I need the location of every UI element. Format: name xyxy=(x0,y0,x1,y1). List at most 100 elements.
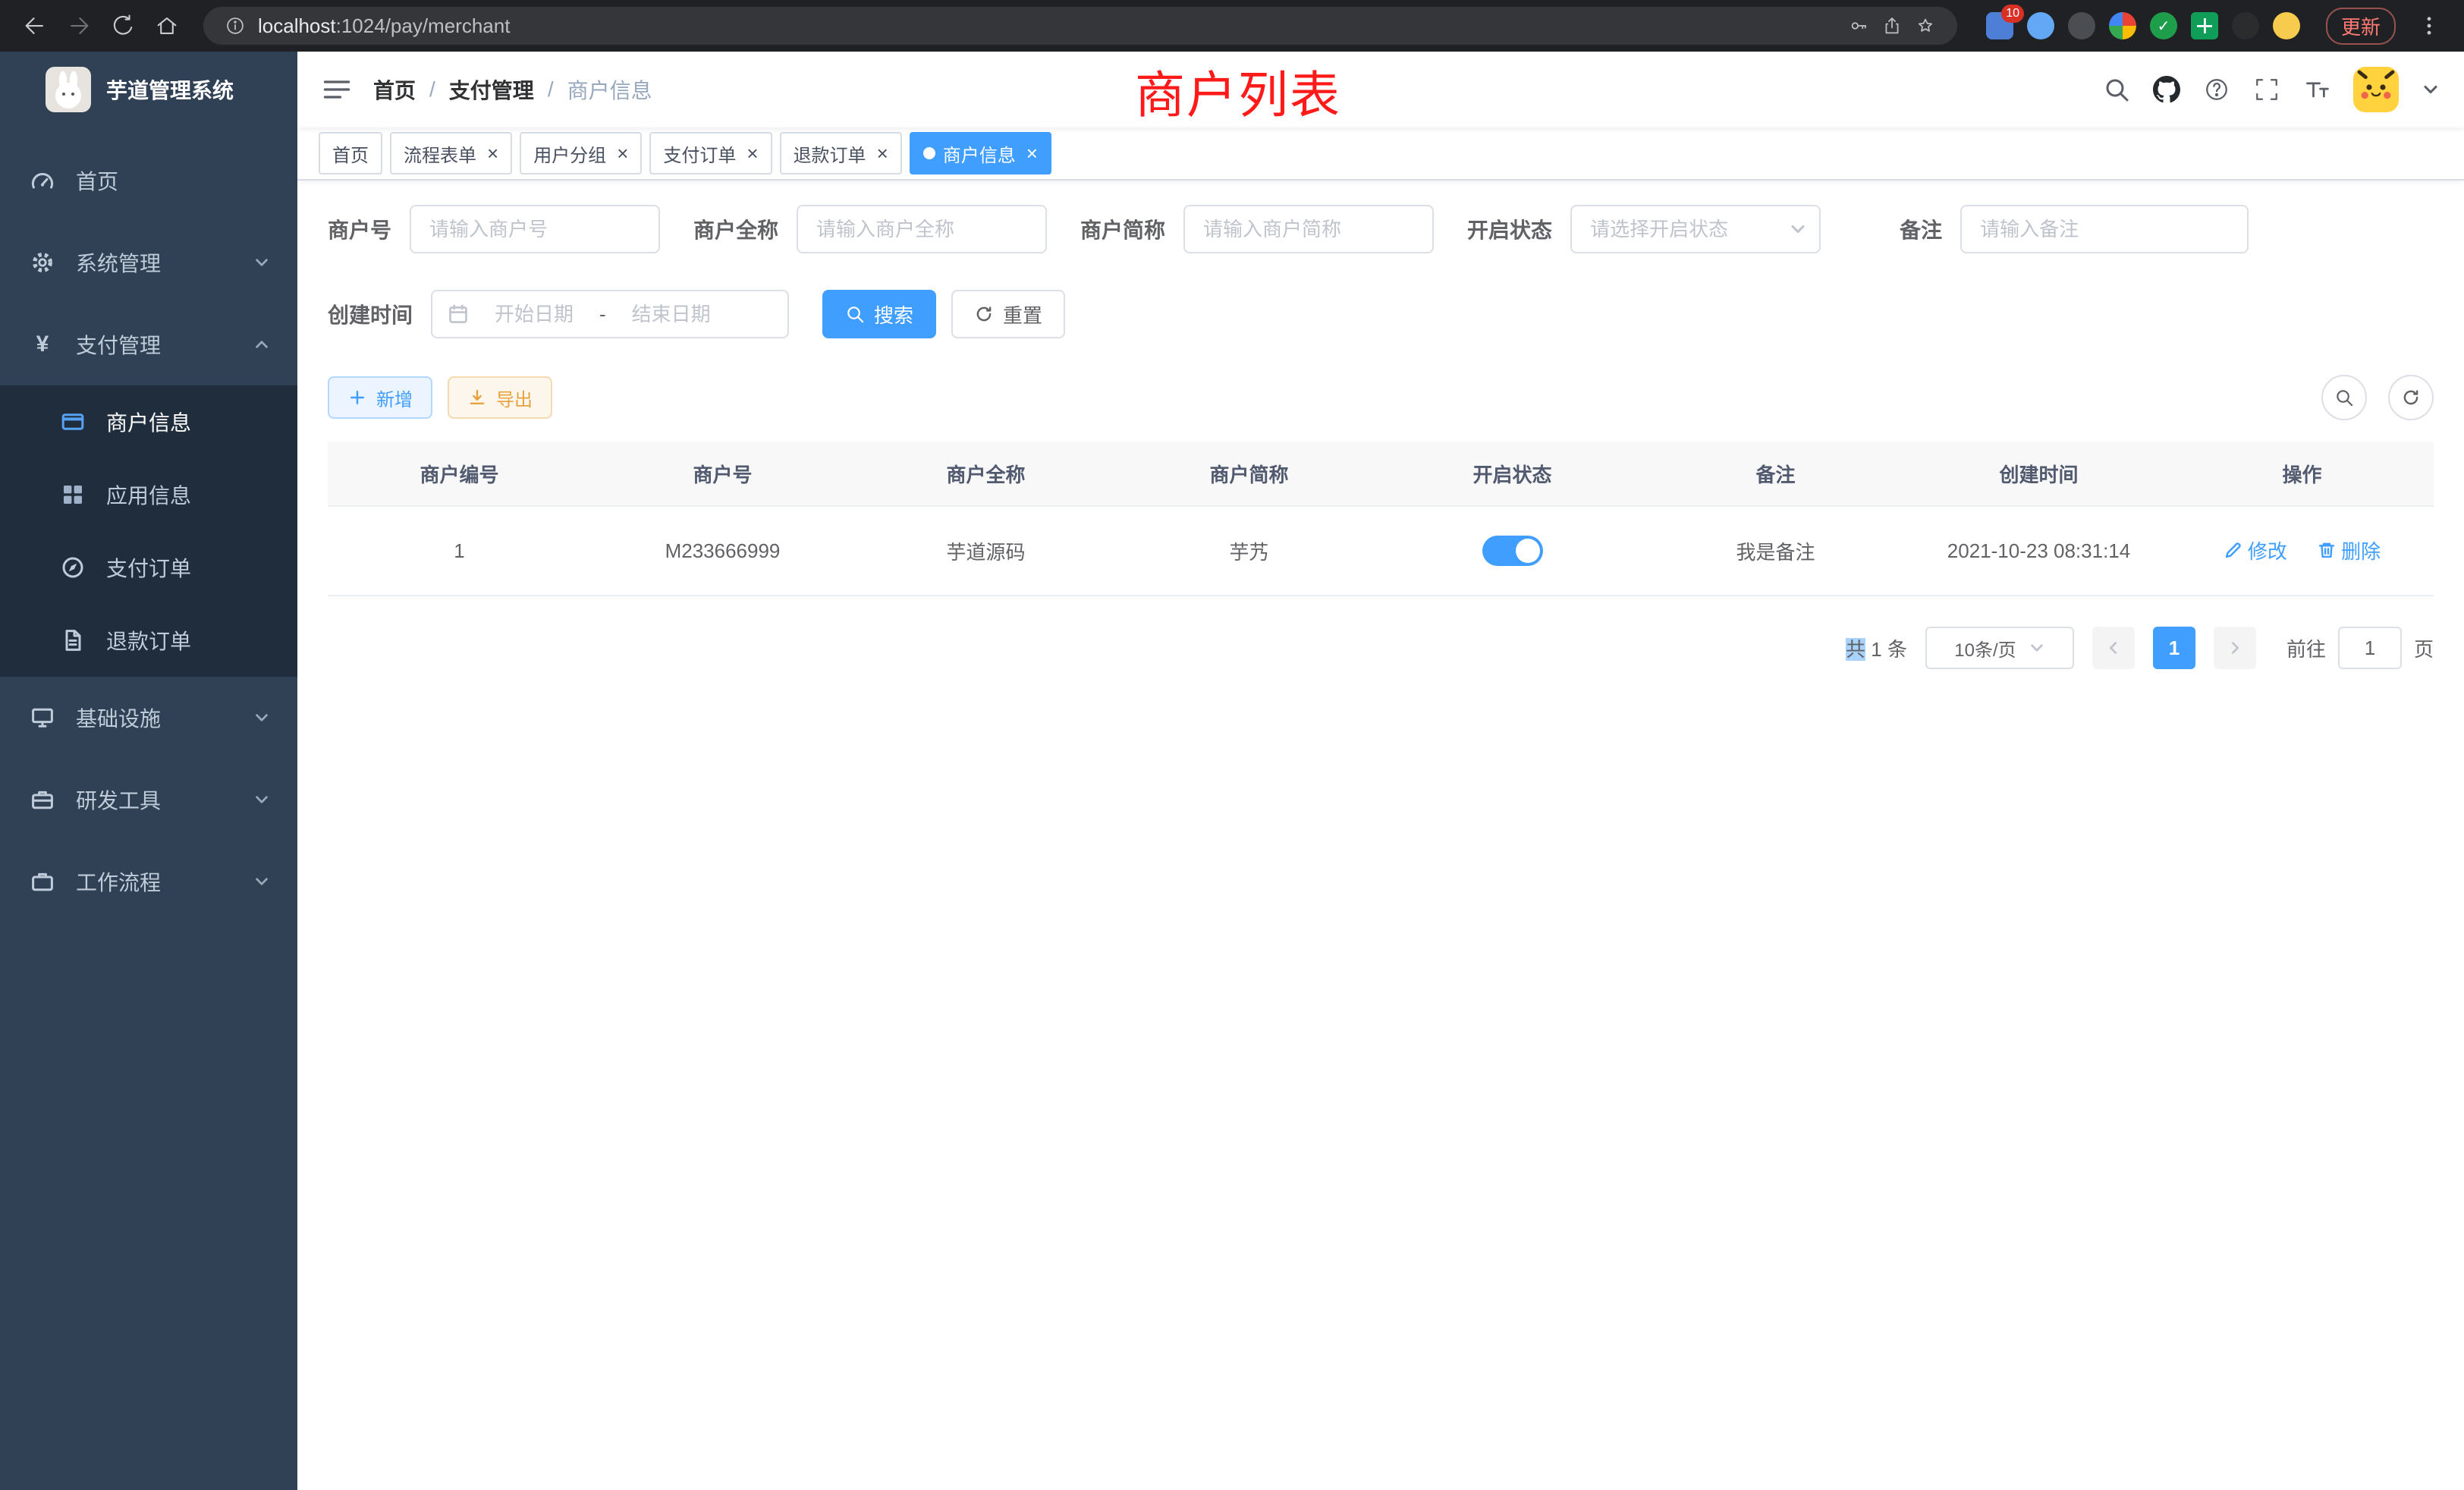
share-icon[interactable] xyxy=(1881,15,1903,36)
help-icon[interactable] xyxy=(2203,76,2230,103)
fullscreen-icon[interactable] xyxy=(2253,76,2280,103)
user-avatar[interactable] xyxy=(2353,67,2399,112)
payment-submenu: 商户信息 应用信息 支付订单 退款订单 xyxy=(0,385,297,677)
menu-label: 退款订单 xyxy=(106,625,191,655)
merchant-table: 商户编号 商户号 商户全称 商户简称 开启状态 备注 创建时间 操作 1 xyxy=(328,442,2434,596)
menu-label: 商户信息 xyxy=(106,407,191,437)
end-date-input[interactable] xyxy=(612,301,731,328)
tab-payment-orders[interactable]: 支付订单 × xyxy=(649,132,772,174)
sidebar-item-home[interactable]: 首页 xyxy=(0,140,297,222)
extension-sheets-icon[interactable] xyxy=(2191,12,2218,39)
filter-create-time: 创建时间 - xyxy=(328,290,789,338)
close-icon[interactable]: × xyxy=(1026,143,1038,163)
home-icon[interactable] xyxy=(147,6,187,46)
extension-icon[interactable] xyxy=(2232,12,2259,39)
extension-icon[interactable] xyxy=(2109,12,2136,39)
delete-link[interactable]: 删除 xyxy=(2317,536,2381,564)
field-label: 创建时间 xyxy=(328,299,413,329)
status-toggle[interactable] xyxy=(1482,536,1543,566)
sidebar-item-payment-orders[interactable]: 支付订单 xyxy=(0,531,297,604)
app-shell: 芋道管理系统 首页 系统管理 ¥ 支付管理 xyxy=(0,52,2464,1490)
close-icon[interactable]: × xyxy=(877,143,888,163)
font-size-icon[interactable] xyxy=(2303,76,2330,103)
sidebar: 芋道管理系统 首页 系统管理 ¥ 支付管理 xyxy=(0,52,297,1490)
close-icon[interactable]: × xyxy=(487,143,498,163)
extension-puzzle-icon[interactable]: 10 xyxy=(1986,12,2013,39)
refresh-icon[interactable] xyxy=(2388,375,2434,420)
short-name-input[interactable] xyxy=(1183,205,1434,253)
sidebar-item-system[interactable]: 系统管理 xyxy=(0,222,297,303)
url-bar[interactable]: localhost:1024/pay/merchant xyxy=(203,7,1957,45)
tab-merchant-info[interactable]: 商户信息× xyxy=(910,132,1051,174)
extension-icon[interactable] xyxy=(2027,12,2054,39)
sidebar-item-infrastructure[interactable]: 基础设施 xyxy=(0,677,297,759)
start-date-input[interactable] xyxy=(475,301,593,328)
tab-refund-orders[interactable]: 退款订单 × xyxy=(780,132,902,174)
password-key-icon[interactable] xyxy=(1848,15,1869,36)
breadcrumb-item-home[interactable]: 首页 xyxy=(373,74,416,105)
button-label: 新增 xyxy=(376,385,413,411)
cell-status xyxy=(1381,506,1644,596)
tab-flow-form[interactable]: 流程表单× xyxy=(390,132,512,174)
browser-menu-kebab-icon[interactable] xyxy=(2409,6,2449,46)
filter-short-name: 商户简称 xyxy=(1080,205,1434,253)
edit-link[interactable]: 修改 xyxy=(2224,536,2287,564)
back-icon[interactable] xyxy=(15,6,55,46)
sidebar-menu: 首页 系统管理 ¥ 支付管理 商户信息 xyxy=(0,127,297,923)
hamburger-icon[interactable] xyxy=(322,74,352,105)
close-icon[interactable]: × xyxy=(746,143,758,163)
sidebar-item-payment[interactable]: ¥ 支付管理 xyxy=(0,303,297,385)
menu-label: 研发工具 xyxy=(76,784,161,815)
filter-status: 开启状态 xyxy=(1467,205,1821,253)
caret-down-icon[interactable] xyxy=(2422,80,2440,99)
status-select[interactable] xyxy=(1570,205,1821,253)
full-name-input[interactable] xyxy=(797,205,1047,253)
link-label: 修改 xyxy=(2248,536,2287,564)
close-icon[interactable]: × xyxy=(617,143,628,163)
goto-suffix: 页 xyxy=(2414,634,2434,662)
app-logo[interactable]: 芋道管理系统 xyxy=(0,52,297,127)
sidebar-item-refund-orders[interactable]: 退款订单 xyxy=(0,604,297,677)
extension-icon[interactable] xyxy=(2068,12,2095,39)
browser-update-button[interactable]: 更新 xyxy=(2326,8,2396,45)
site-info-icon[interactable] xyxy=(225,15,246,36)
forward-icon[interactable] xyxy=(59,6,99,46)
browser-toolbar: localhost:1024/pay/merchant 10 ✓ 更新 xyxy=(0,0,2464,52)
reload-icon[interactable] xyxy=(103,6,143,46)
column-header: 商户号 xyxy=(591,442,854,506)
next-page-button[interactable] xyxy=(2214,627,2256,669)
goto-page-input[interactable] xyxy=(2338,627,2402,669)
export-button[interactable]: 导出 xyxy=(448,376,552,419)
page-content: 商户号 商户全称 商户简称 开启状态 xyxy=(297,181,2464,1490)
search-button[interactable]: 搜索 xyxy=(822,290,936,338)
filter-row-1: 商户号 商户全称 商户简称 开启状态 xyxy=(328,205,2434,253)
sidebar-item-merchant-info[interactable]: 商户信息 xyxy=(0,385,297,458)
extension-icon[interactable] xyxy=(2273,12,2300,39)
toggle-search-icon[interactable] xyxy=(2321,375,2367,420)
add-button[interactable]: 新增 xyxy=(328,376,432,419)
merchant-no-input[interactable] xyxy=(410,205,660,253)
bookmark-star-icon[interactable] xyxy=(1915,15,1936,36)
reset-button[interactable]: 重置 xyxy=(951,290,1065,338)
tab-label: 退款订单 xyxy=(794,140,866,167)
sidebar-item-app-info[interactable]: 应用信息 xyxy=(0,458,297,531)
filter-row-2: 创建时间 - 搜索 重置 xyxy=(328,290,2434,338)
date-range-picker[interactable]: - xyxy=(431,290,789,338)
page-size-select[interactable]: 10条/页 xyxy=(1925,627,2074,669)
prev-page-button[interactable] xyxy=(2092,627,2135,669)
sidebar-item-dev-tools[interactable]: 研发工具 xyxy=(0,759,297,841)
column-header: 备注 xyxy=(1644,442,1907,506)
search-icon[interactable] xyxy=(2103,76,2130,103)
field-label: 商户全称 xyxy=(693,214,778,244)
cell-short-name: 芋艿 xyxy=(1117,506,1381,596)
tab-home[interactable]: 首页 xyxy=(319,132,382,174)
breadcrumb-item-payment[interactable]: 支付管理 xyxy=(449,74,534,105)
remark-input[interactable] xyxy=(1960,205,2249,253)
extension-check-icon[interactable]: ✓ xyxy=(2150,12,2177,39)
tab-label: 支付订单 xyxy=(663,140,736,167)
sidebar-item-workflow[interactable]: 工作流程 xyxy=(0,841,297,923)
column-header: 开启状态 xyxy=(1381,442,1644,506)
tab-user-group[interactable]: 用户分组× xyxy=(520,132,642,174)
current-page[interactable]: 1 xyxy=(2153,627,2195,669)
github-icon[interactable] xyxy=(2153,76,2180,103)
